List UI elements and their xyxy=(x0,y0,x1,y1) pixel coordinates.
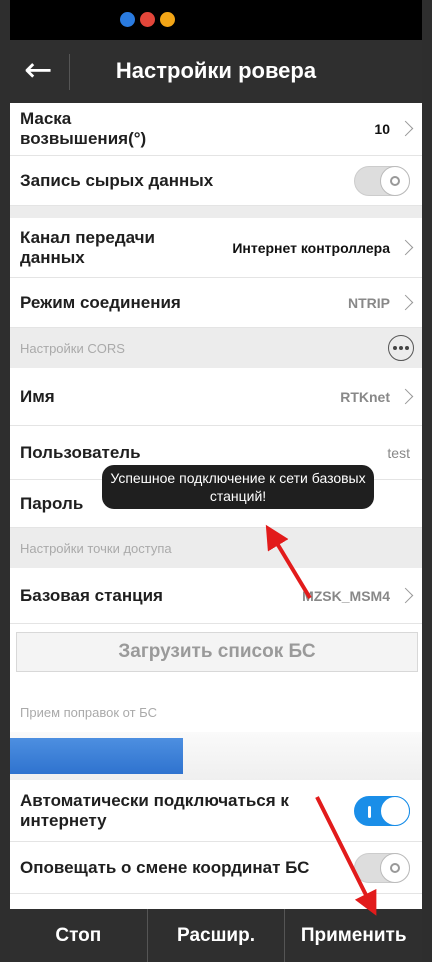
user-label: Пользователь xyxy=(20,442,141,462)
chevron-right-icon xyxy=(400,239,412,257)
corrections-progress-fill xyxy=(10,738,184,774)
top-bar: ← Настройки ровера xyxy=(10,40,422,103)
section-access-point-label: Настройки точки доступа xyxy=(20,540,172,556)
toast-message: Успешное подключение к сети базовых стан… xyxy=(102,465,374,509)
more-icon[interactable] xyxy=(388,335,414,361)
section-cors-label: Настройки CORS xyxy=(20,340,125,356)
notification-icons xyxy=(120,12,175,27)
advanced-button[interactable]: Расшир. xyxy=(148,909,286,962)
apply-button[interactable]: Применить xyxy=(285,909,422,962)
app-screen: ← Настройки ровера Маска возвышения(°) 1… xyxy=(0,0,432,962)
section-access-point: Настройки точки доступа xyxy=(10,528,422,568)
name-row[interactable]: Имя RTKnet xyxy=(10,368,422,426)
base-station-label: Базовая станция xyxy=(20,585,163,605)
base-station-value: MZSK_MSM4 xyxy=(302,587,390,604)
chevron-right-icon xyxy=(400,388,412,406)
connection-mode-label: Режим соединения xyxy=(20,292,181,312)
app-icon-blue xyxy=(120,12,135,27)
corrections-progress xyxy=(10,732,422,780)
connection-mode-row[interactable]: Режим соединения NTRIP xyxy=(10,278,422,328)
load-list-wrapper: Загрузить список БС xyxy=(10,624,422,692)
chevron-right-icon xyxy=(400,294,412,312)
app-icon-red xyxy=(140,12,155,27)
raw-data-toggle[interactable] xyxy=(354,165,410,196)
data-channel-label: Канал передачи данных xyxy=(20,227,155,267)
data-channel-value: Интернет контроллера xyxy=(232,239,390,256)
user-value[interactable]: test xyxy=(387,445,410,461)
auto-connect-row: Автоматически подключаться к интернету xyxy=(10,780,422,842)
base-station-row[interactable]: Базовая станция MZSK_MSM4 xyxy=(10,568,422,624)
auto-connect-label: Автоматически подключаться к интернету xyxy=(20,790,289,830)
elevation-mask-row[interactable]: Маска возвышения(°) 10 xyxy=(10,103,422,156)
bottom-bar: Стоп Расшир. Применить xyxy=(10,909,422,962)
raw-data-row: Запись сырых данных xyxy=(10,156,422,206)
data-channel-row[interactable]: Канал передачи данных Интернет контролле… xyxy=(10,218,422,278)
notify-coords-row: Оповещать о смене координат БС xyxy=(10,842,422,894)
status-bar xyxy=(10,0,422,40)
chevron-right-icon xyxy=(400,587,412,605)
password-label: Пароль xyxy=(20,493,84,513)
raw-data-label: Запись сырых данных xyxy=(20,170,214,190)
section-cors: Настройки CORS xyxy=(10,328,422,368)
auto-connect-toggle[interactable] xyxy=(354,795,410,826)
section-corrections: Прием поправок от БС xyxy=(10,692,422,732)
load-station-list-button[interactable]: Загрузить список БС xyxy=(16,632,418,672)
chevron-right-icon xyxy=(400,120,412,138)
name-label: Имя xyxy=(20,386,55,406)
notify-coords-label: Оповещать о смене координат БС xyxy=(20,857,310,877)
stop-button[interactable]: Стоп xyxy=(10,909,148,962)
app-icon-orange xyxy=(160,12,175,27)
page-title: Настройки ровера xyxy=(115,58,317,83)
section-corrections-label: Прием поправок от БС xyxy=(20,704,157,720)
notify-coords-toggle[interactable] xyxy=(354,852,410,883)
elevation-mask-label: Маска возвышения(°) xyxy=(20,109,147,148)
spacer xyxy=(10,206,422,218)
